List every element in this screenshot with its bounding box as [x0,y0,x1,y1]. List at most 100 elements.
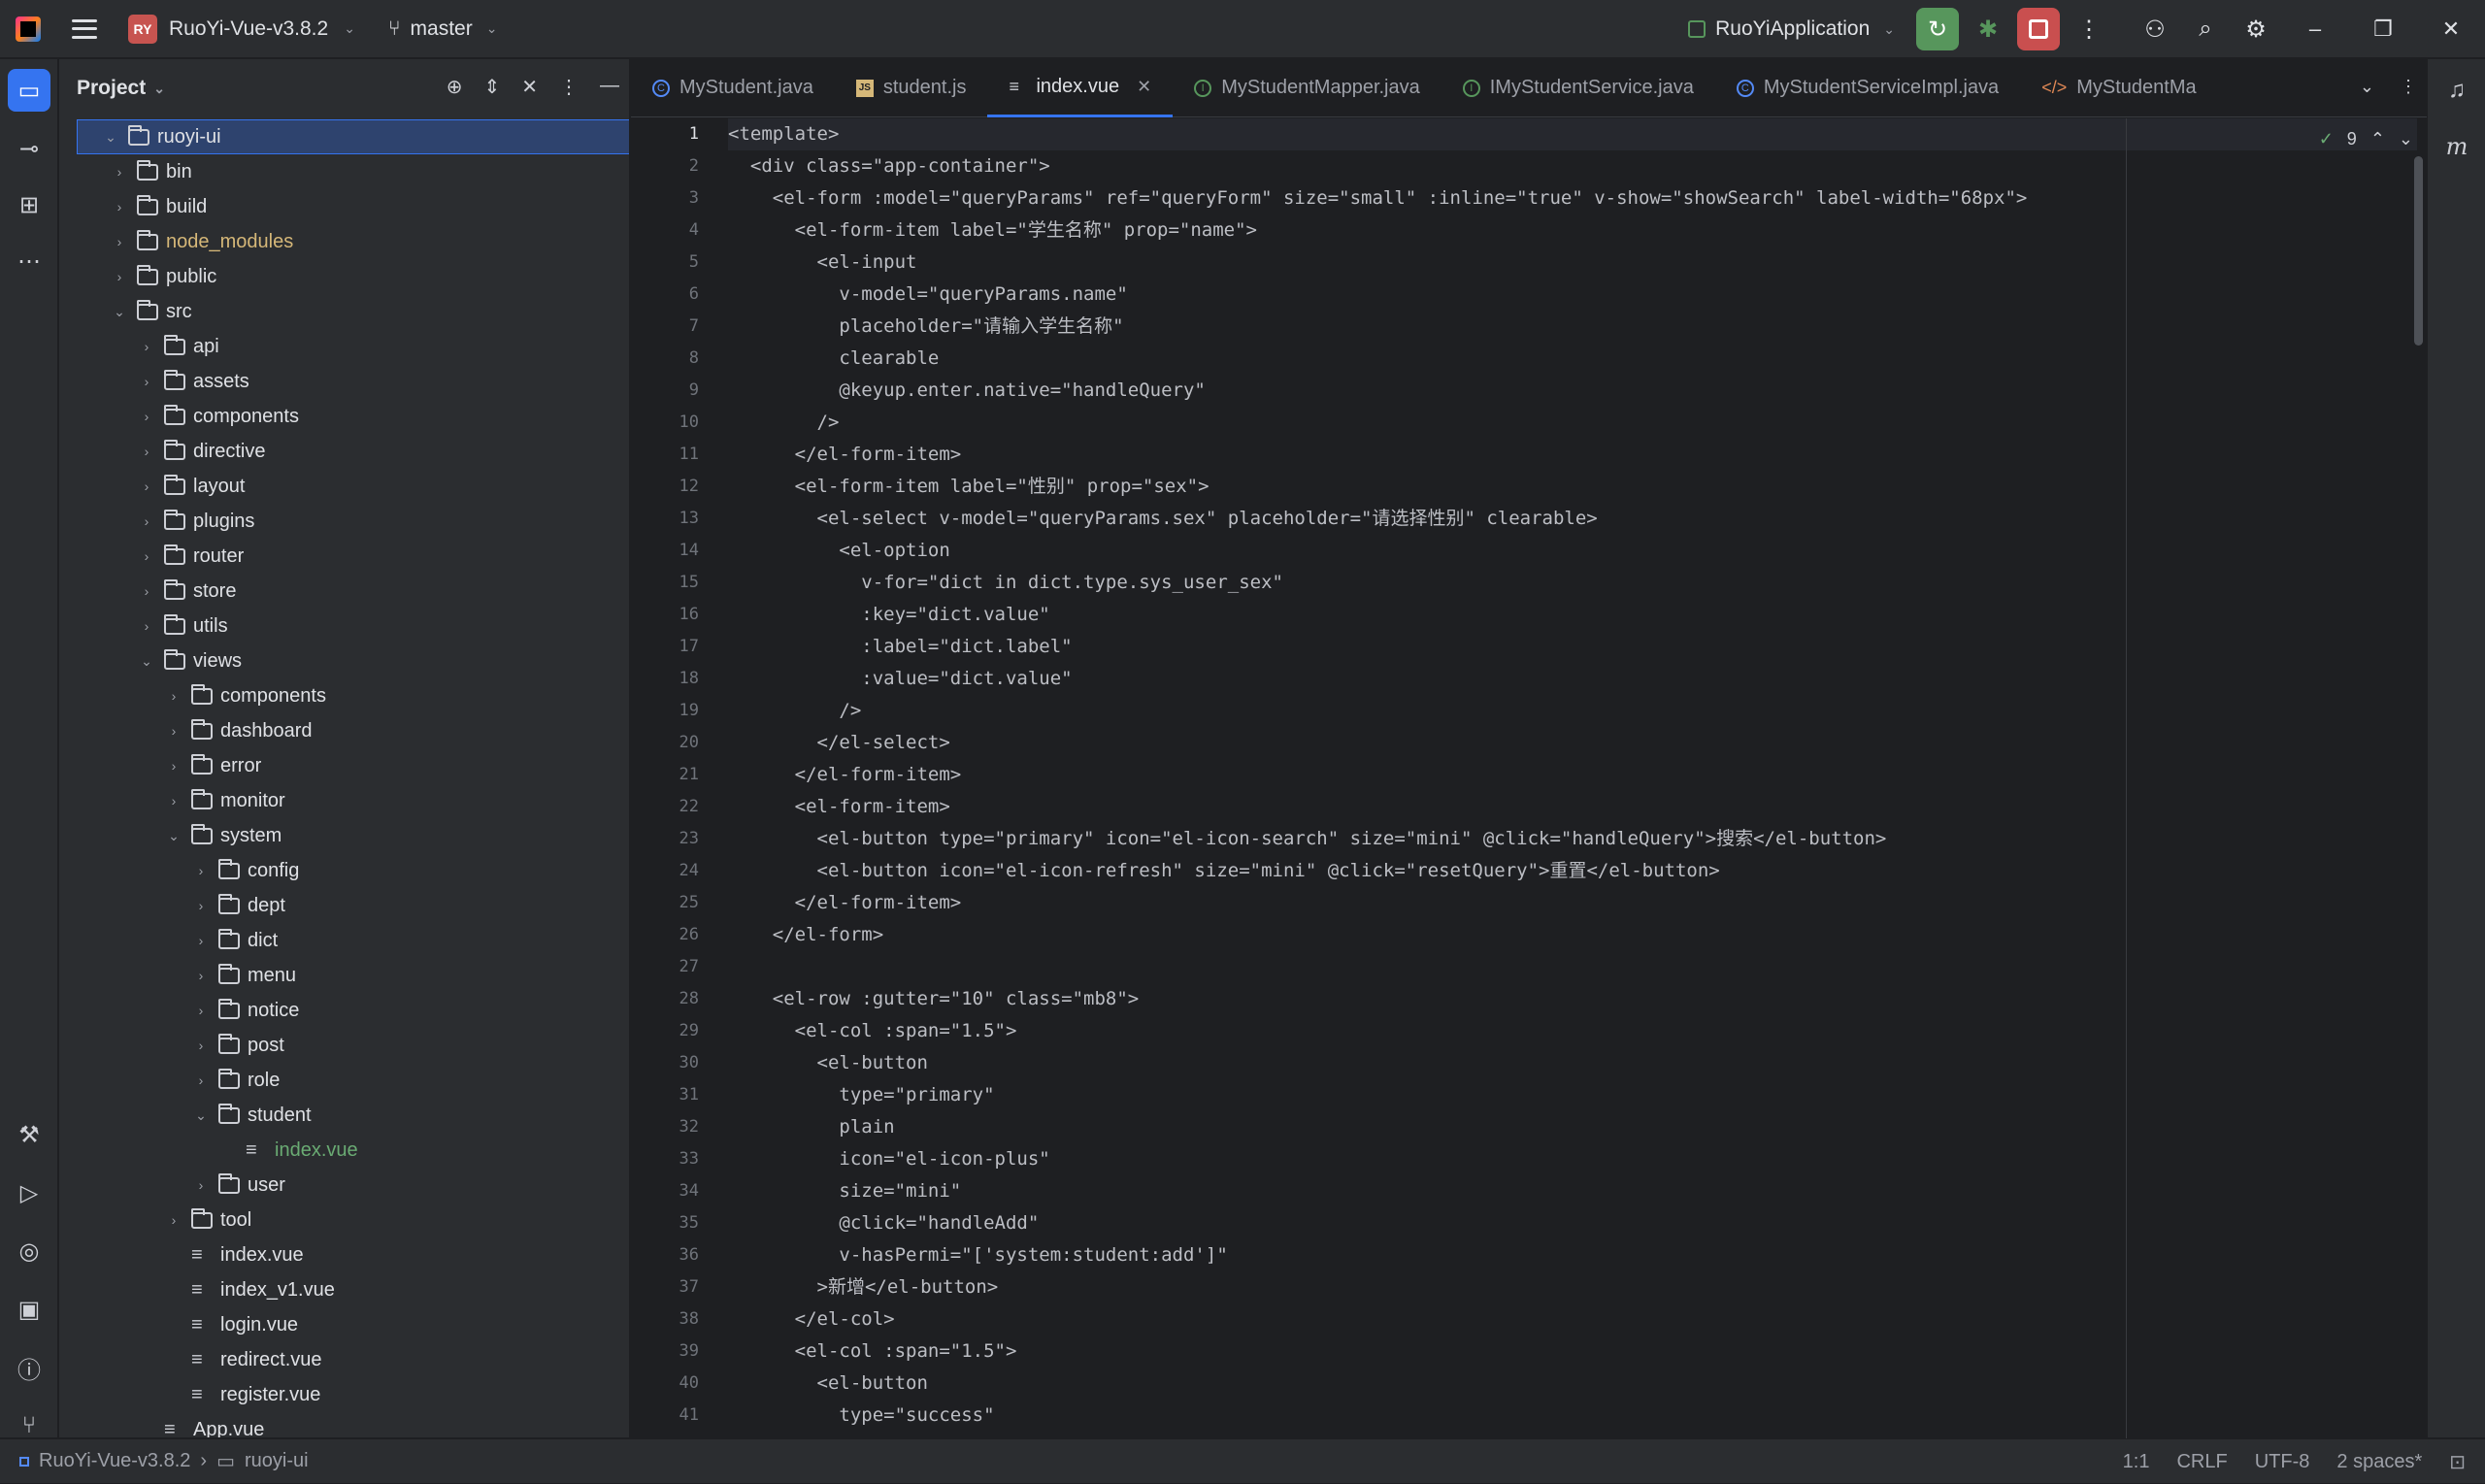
tree-file-index.vue[interactable]: ≡ index.vue [59,1237,622,1272]
chevron-right-icon[interactable]: › [193,1177,209,1193]
tree-folder-role[interactable]: › role [59,1063,622,1098]
chevron-down-icon[interactable]: ⌄ [103,129,118,146]
rerun-button[interactable]: ↻ [1916,8,1959,50]
more-actions-icon[interactable]: ⋮ [2068,8,2110,50]
code-line[interactable]: placeholder="请输入学生名称" [728,311,2417,343]
line-number[interactable]: 7 [631,311,699,343]
chevron-right-icon[interactable]: › [112,234,127,249]
line-number[interactable]: 4 [631,214,699,247]
line-number[interactable]: 40 [631,1368,699,1400]
line-number[interactable]: 15 [631,567,699,599]
status-module[interactable]: ruoyi-ui [245,1450,309,1472]
notifications-bell-icon[interactable]: ♫ [2435,69,2478,112]
line-number[interactable]: 34 [631,1175,699,1207]
line-number[interactable]: 30 [631,1047,699,1079]
maven-icon[interactable]: m [2435,125,2478,168]
code-line[interactable]: size="mini" [728,1175,2417,1207]
line-number[interactable]: 26 [631,919,699,951]
line-number[interactable]: 19 [631,695,699,727]
tree-folder-plugins[interactable]: › plugins [59,504,622,539]
code-line[interactable]: </el-select> [728,727,2417,759]
code-line[interactable]: </el-col> [728,1303,2417,1336]
chevron-right-icon[interactable]: › [193,1072,209,1088]
code-line[interactable]: plain [728,1111,2417,1143]
main-menu-icon[interactable] [72,18,97,39]
line-number[interactable]: 16 [631,599,699,631]
line-number[interactable]: 12 [631,471,699,503]
tree-folder-post[interactable]: › post [59,1028,622,1063]
chevron-right-icon[interactable]: › [139,548,154,564]
close-tab-icon[interactable]: ✕ [1137,77,1151,97]
tree-folder-utils[interactable]: › utils [59,609,622,643]
project-folder-icon[interactable]: ▭ [8,69,50,112]
line-number[interactable]: 27 [631,951,699,983]
chevron-right-icon[interactable]: › [166,1212,182,1228]
chevron-right-icon[interactable]: › [166,688,182,704]
tree-folder-bin[interactable]: › bin [59,154,622,189]
code-line[interactable]: @keyup.enter.native="handleQuery" [728,375,2417,407]
tab-student.js[interactable]: JS student.js [835,59,988,117]
chevron-right-icon[interactable]: › [193,968,209,983]
code-line[interactable]: clearable [728,343,2417,375]
line-number[interactable]: 10 [631,407,699,439]
chevron-right-icon[interactable]: › [166,793,182,808]
tab-list-chevron-icon[interactable]: ⌄ [2360,77,2374,97]
minimize-button[interactable]: – [2281,16,2349,42]
chevron-down-icon[interactable]: ⌄ [166,828,182,844]
debug-icon[interactable]: ✱ [1967,8,2009,50]
code-line[interactable]: <el-form-item> [728,791,2417,823]
tree-folder-config[interactable]: › config [59,853,622,888]
tree-folder-views[interactable]: ⌄ views [59,643,622,678]
code-line[interactable]: </el-form> [728,919,2417,951]
line-number[interactable]: 41 [631,1400,699,1432]
tree-file-register.vue[interactable]: ≡ register.vue [59,1377,622,1412]
editor-scrollbar[interactable] [2414,156,2423,346]
indent-setting[interactable]: 2 spaces* [2336,1451,2422,1473]
code-line[interactable]: <el-input [728,247,2417,279]
code-line[interactable]: v-for="dict in dict.type.sys_user_sex" [728,567,2417,599]
line-number[interactable]: 36 [631,1239,699,1271]
chevron-right-icon[interactable]: › [193,933,209,948]
tree-folder-dept[interactable]: › dept [59,888,622,923]
options-icon[interactable]: ⋮ [559,75,579,99]
code-line[interactable]: <el-col :span="1.5"> [728,1336,2417,1368]
tree-folder-directive[interactable]: › directive [59,434,622,469]
read-only-lock-icon[interactable]: ⊡ [2449,1450,2466,1474]
code-line[interactable]: type="success" [728,1400,2417,1432]
code-line[interactable]: <el-button type="primary" icon="el-icon-… [728,823,2417,855]
tree-folder-api[interactable]: › api [59,329,622,364]
code-line[interactable]: </el-form-item> [728,439,2417,471]
code-line[interactable]: :label="dict.label" [728,631,2417,663]
code-line[interactable]: <div class="app-container"> [728,150,2417,182]
inspection-widget[interactable]: ✓ 9 ⌃ ⌄ [2319,129,2413,149]
code-line[interactable]: <el-col :span="1.5"> [728,1015,2417,1047]
line-number[interactable]: 5 [631,247,699,279]
chevron-right-icon[interactable]: › [193,1038,209,1053]
tab-MyStudentMapper.java[interactable]: I MyStudentMapper.java [1173,59,1441,117]
stop-button[interactable] [2017,8,2060,50]
tree-folder-dict[interactable]: › dict [59,923,622,958]
tree-file-redirect.vue[interactable]: ≡ redirect.vue [59,1342,622,1377]
build-hammer-icon[interactable]: ⚒ [8,1113,50,1156]
code-line[interactable]: <el-form-item label="学生名称" prop="name"> [728,214,2417,247]
tree-file-login.vue[interactable]: ≡ login.vue [59,1307,622,1342]
line-number[interactable]: 1 [631,118,699,150]
line-number[interactable]: 21 [631,759,699,791]
line-number[interactable]: 18 [631,663,699,695]
code-line[interactable]: :key="dict.value" [728,599,2417,631]
code-line[interactable]: <el-form-item label="性别" prop="sex"> [728,471,2417,503]
line-number[interactable]: 35 [631,1207,699,1239]
code-line[interactable]: <el-button [728,1368,2417,1400]
tree-folder-user[interactable]: › user [59,1168,622,1203]
locate-file-icon[interactable]: ⊕ [447,75,463,99]
line-number[interactable]: 6 [631,279,699,311]
run-icon[interactable]: ▷ [8,1171,50,1214]
next-highlight-icon[interactable]: ⌄ [2399,129,2413,149]
code-line[interactable]: type="primary" [728,1079,2417,1111]
tab-MyStudentMa[interactable]: </> MyStudentMa [2020,59,2217,117]
terminal-icon[interactable]: ▣ [8,1288,50,1331]
chevron-right-icon[interactable]: › [193,898,209,913]
file-encoding[interactable]: UTF-8 [2255,1451,2310,1473]
more-tools-icon[interactable]: ⋯ [8,240,50,282]
line-number[interactable]: 33 [631,1143,699,1175]
